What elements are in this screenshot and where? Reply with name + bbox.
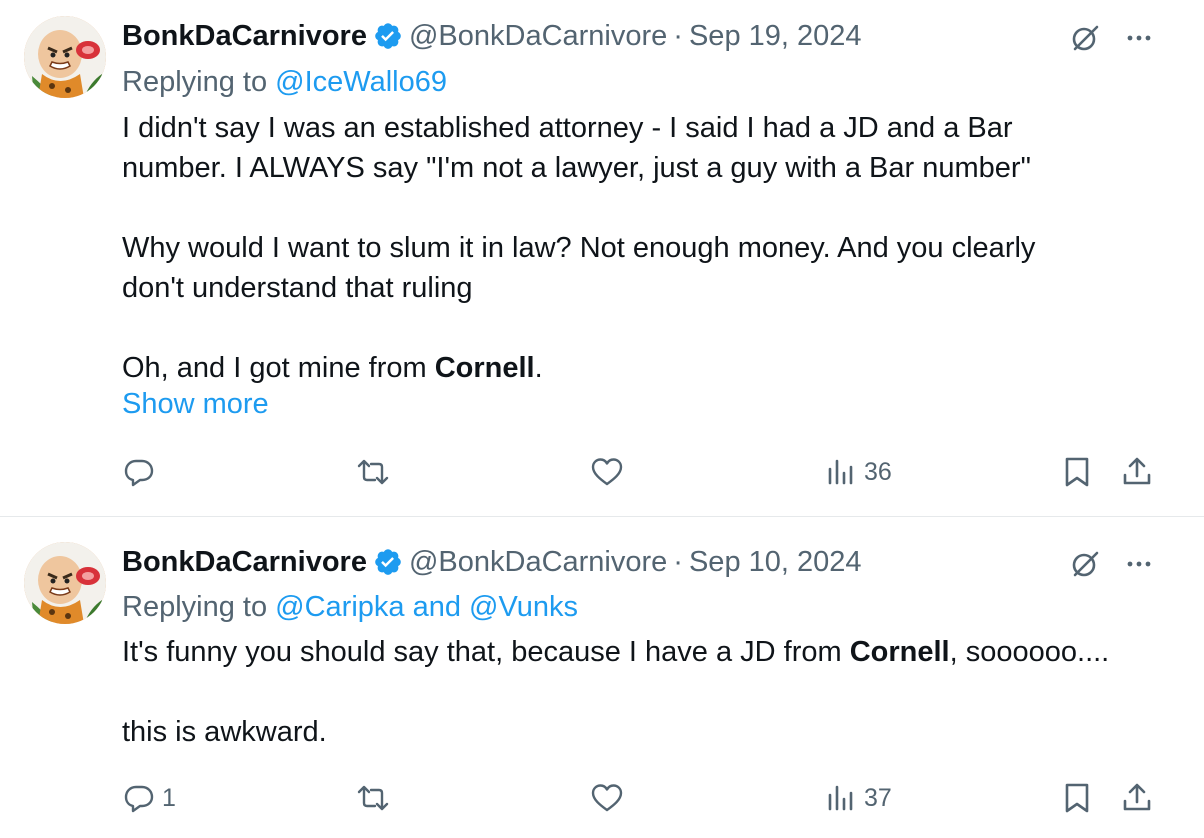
separator: · xyxy=(673,545,683,578)
bold-text: Cornell xyxy=(849,636,950,668)
replying-prefix: Replying to xyxy=(122,66,276,98)
author-name[interactable]: BonkDaCarnivore xyxy=(122,20,367,53)
reply-icon xyxy=(124,459,154,487)
bookmark-icon xyxy=(1065,783,1089,813)
views-count: 37 xyxy=(864,783,892,812)
views-button[interactable]: 36 xyxy=(824,452,892,492)
replying-to: Replying to @Caripka and @Vunks xyxy=(122,591,578,624)
tweet-header: BonkDaCarnivore @BonkDaCarnivore · Sep 1… xyxy=(122,542,862,582)
reply-icon xyxy=(124,785,154,813)
show-more-link[interactable]: Show more xyxy=(122,388,269,421)
text-line: I didn't say I was an established attorn… xyxy=(122,112,1013,144)
text-segment: , soooooo.... xyxy=(949,636,1110,668)
author-name[interactable]: BonkDaCarnivore xyxy=(122,546,367,579)
action-bar: 36 xyxy=(0,452,1204,492)
avatar[interactable] xyxy=(24,542,106,624)
heart-icon xyxy=(591,458,623,486)
retweet-icon xyxy=(357,459,389,485)
share-button[interactable] xyxy=(1120,778,1154,818)
more-icon[interactable] xyxy=(1122,21,1156,55)
views-icon xyxy=(828,785,853,811)
views-icon xyxy=(828,459,853,485)
heart-icon xyxy=(591,784,623,812)
separator: · xyxy=(673,19,683,52)
retweet-icon xyxy=(357,785,389,811)
author-handle[interactable]: @BonkDaCarnivore xyxy=(409,20,667,53)
verified-badge-icon[interactable] xyxy=(373,547,403,577)
grok-icon[interactable] xyxy=(1068,547,1102,581)
bookmark-button[interactable] xyxy=(1060,778,1094,818)
views-count: 36 xyxy=(864,457,892,486)
retweet-button[interactable] xyxy=(356,452,396,492)
avatar-image xyxy=(24,542,106,624)
verified-badge-icon[interactable] xyxy=(373,21,403,51)
text-line: number. I ALWAYS say "I'm not a lawyer, … xyxy=(122,152,1031,184)
avatar[interactable] xyxy=(24,16,106,98)
reply-count: 1 xyxy=(162,783,176,812)
bookmark-icon xyxy=(1065,457,1089,487)
share-icon xyxy=(1123,783,1151,811)
action-bar: 1 37 xyxy=(0,778,1204,818)
bookmark-button[interactable] xyxy=(1060,452,1094,492)
tweet-text: I didn't say I was an established attorn… xyxy=(122,108,1162,388)
tweet-header: BonkDaCarnivore @BonkDaCarnivore · Sep 1… xyxy=(122,16,862,56)
tweet-date[interactable]: Sep 10, 2024 xyxy=(689,546,862,579)
author-handle[interactable]: @BonkDaCarnivore xyxy=(409,546,667,579)
replying-to: Replying to @IceWallo69 xyxy=(122,66,447,99)
share-button[interactable] xyxy=(1120,452,1154,492)
grok-icon[interactable] xyxy=(1068,21,1102,55)
tweet-text: It's funny you should say that, because … xyxy=(122,632,1162,752)
more-icon[interactable] xyxy=(1122,547,1156,581)
text-segment: Oh, and I got mine from xyxy=(122,352,435,384)
like-button[interactable] xyxy=(590,778,630,818)
avatar-image xyxy=(24,16,106,98)
text-line: Why would I want to slum it in law? Not … xyxy=(122,232,1036,264)
like-button[interactable] xyxy=(590,452,630,492)
share-icon xyxy=(1123,457,1151,485)
bold-text: Cornell xyxy=(434,352,535,384)
text-segment: It's funny you should say that, because … xyxy=(122,636,850,668)
replying-prefix: Replying to xyxy=(122,591,276,623)
reply-mention[interactable]: @IceWallo69 xyxy=(275,66,447,98)
reply-button[interactable]: 1 xyxy=(122,778,176,818)
text-line: Oh, and I got mine from Cornell. xyxy=(122,348,1162,388)
text-line: don't understand that ruling xyxy=(122,272,473,304)
tweet[interactable]: BonkDaCarnivore @BonkDaCarnivore · Sep 1… xyxy=(0,518,1204,838)
retweet-button[interactable] xyxy=(356,778,396,818)
tweet-date[interactable]: Sep 19, 2024 xyxy=(689,20,862,53)
text-line: It's funny you should say that, because … xyxy=(122,632,1162,672)
text-segment: . xyxy=(534,352,543,384)
tweet[interactable]: BonkDaCarnivore @BonkDaCarnivore · Sep 1… xyxy=(0,0,1204,517)
reply-mention[interactable]: @Caripka and @Vunks xyxy=(275,591,578,623)
views-button[interactable]: 37 xyxy=(824,778,892,818)
reply-button[interactable] xyxy=(122,452,162,492)
text-line: this is awkward. xyxy=(122,716,327,748)
